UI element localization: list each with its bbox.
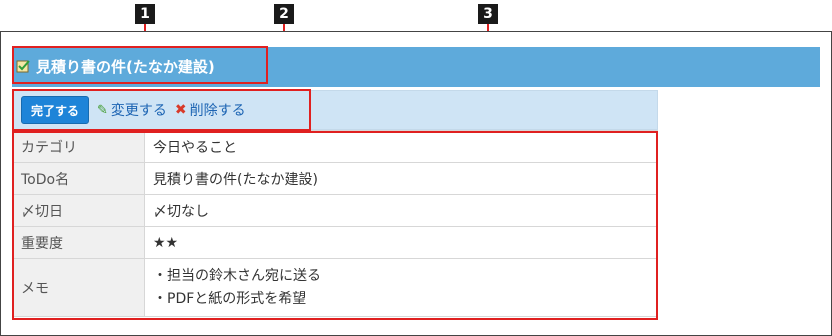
highlight-box-title [12,46,268,84]
callout-marker-3: 3 [478,4,498,24]
highlight-box-actions [12,89,311,131]
highlight-box-details [12,131,658,320]
callout-marker-2: 2 [274,4,294,24]
callout-marker-1: 1 [135,4,155,24]
